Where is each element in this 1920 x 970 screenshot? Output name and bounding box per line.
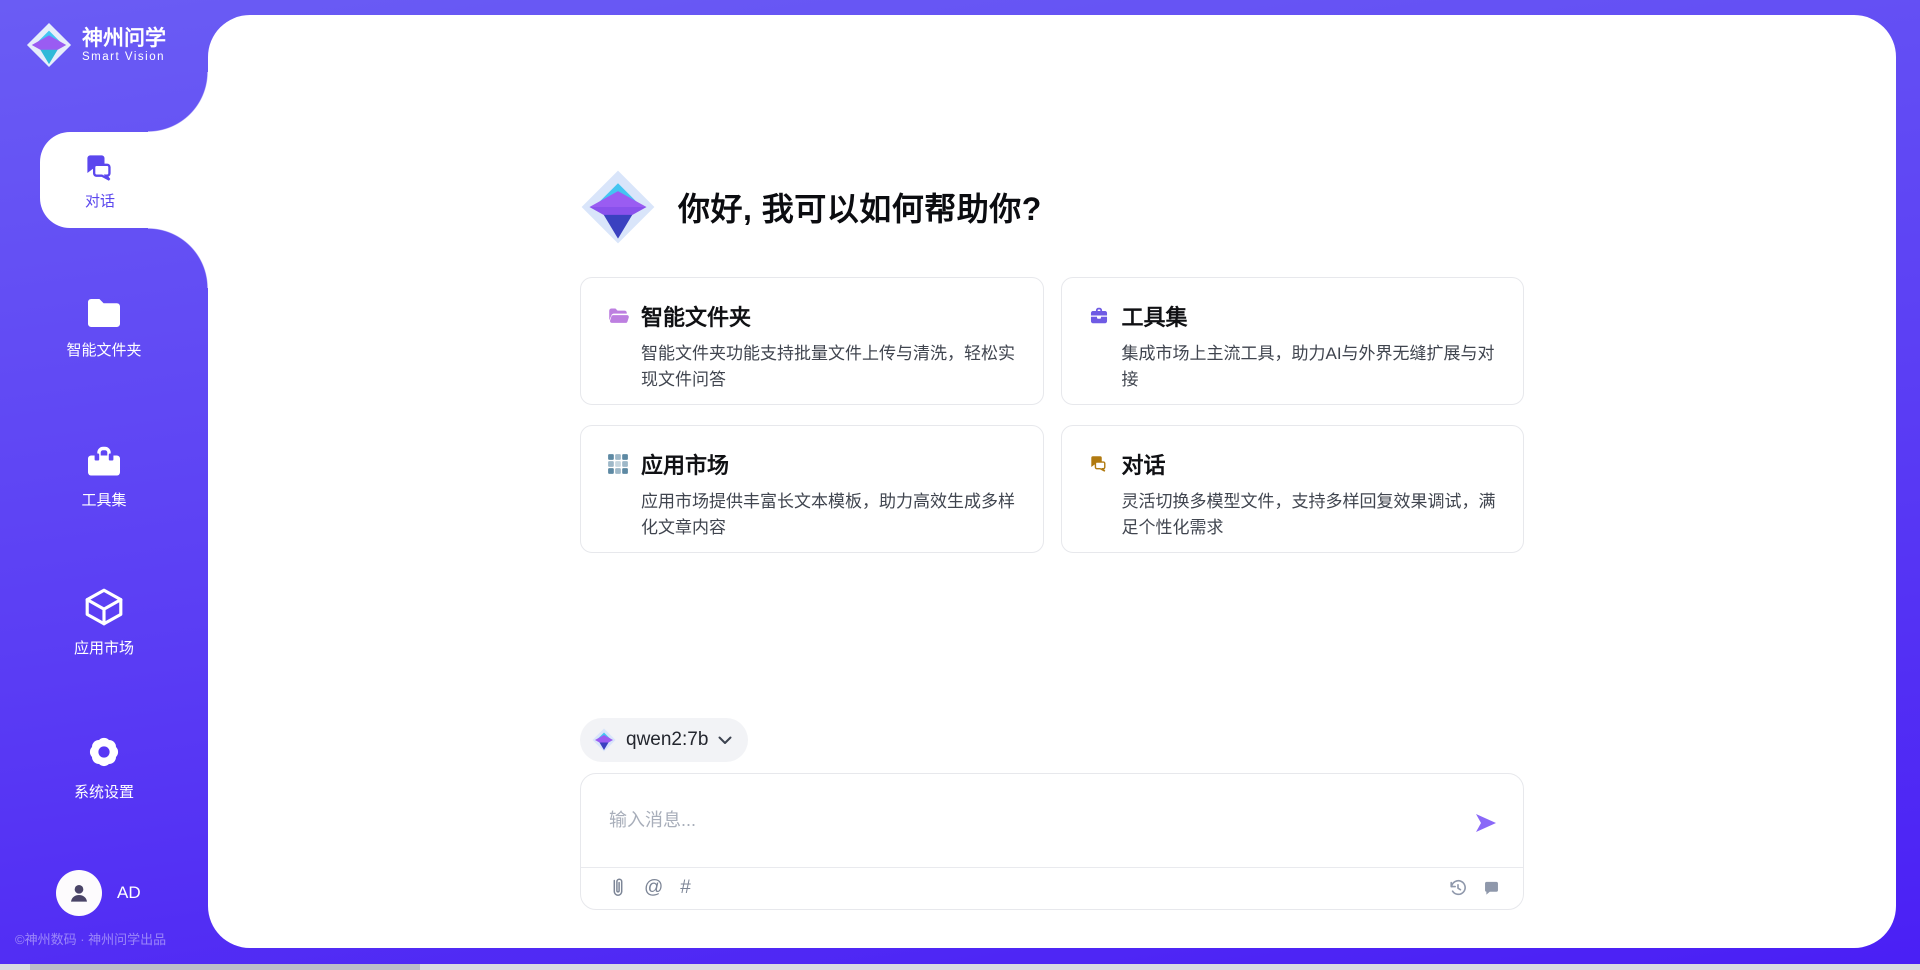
chat-icon: [1088, 453, 1110, 475]
cube-icon: [83, 586, 125, 628]
scrollbar-thumb[interactable]: [30, 964, 420, 970]
card-toolset[interactable]: 工具集 集成市场上主流工具，助力AI与外界无缝扩展与对接: [1061, 277, 1525, 405]
sidebar-item-smart-folder[interactable]: 智能文件夹: [0, 296, 208, 360]
paperclip-icon: [607, 877, 627, 899]
composer-right-icons: [1448, 878, 1501, 898]
history-icon: [1448, 878, 1468, 898]
brand-name: 神州问学: [82, 27, 166, 51]
mention-button[interactable]: @: [644, 877, 663, 899]
model-name: qwen2:7b: [626, 729, 708, 751]
card-chat[interactable]: 对话 灵活切换多模型文件，支持多样回复效果调试，满足个性化需求: [1061, 425, 1525, 553]
card-title: 应用市场: [641, 448, 729, 480]
app-window: 你好, 我可以如何帮助你? 智能文件夹 智能文件夹功能支持批量文件上传与清洗，轻…: [0, 0, 1920, 970]
comment-icon: [1482, 879, 1501, 898]
sidebar: 神州问学 Smart Vision 对话 智能文件夹: [0, 0, 208, 970]
card-title: 工具集: [1122, 300, 1188, 332]
user-initials: AD: [117, 883, 141, 903]
chat-bubbles-icon: [81, 150, 119, 186]
brand-diamond-icon: [580, 169, 656, 245]
folder-icon: [84, 296, 124, 330]
history-button[interactable]: [1448, 878, 1468, 898]
model-diamond-icon: [592, 728, 616, 752]
card-title: 对话: [1122, 448, 1166, 480]
gear-icon: [84, 732, 124, 772]
attach-file-button[interactable]: [607, 877, 627, 899]
card-app-market[interactable]: 应用市场 应用市场提供丰富长文本模板，助力高效生成多样化文章内容: [580, 425, 1044, 553]
card-smart-folder[interactable]: 智能文件夹 智能文件夹功能支持批量文件上传与清洗，轻松实现文件问答: [580, 277, 1044, 405]
toolbox-icon: [84, 442, 124, 480]
main-panel: 你好, 我可以如何帮助你? 智能文件夹 智能文件夹功能支持批量文件上传与清洗，轻…: [208, 15, 1896, 948]
card-description: 集成市场上主流工具，助力AI与外界无缝扩展与对接: [1122, 341, 1498, 392]
briefcase-icon: [1088, 305, 1110, 327]
feature-cards: 智能文件夹 智能文件夹功能支持批量文件上传与清洗，轻松实现文件问答 工具集: [580, 277, 1524, 553]
card-title: 智能文件夹: [641, 300, 751, 332]
brand-logo-icon: [26, 22, 72, 68]
folder-open-icon: [607, 305, 629, 327]
hero-greeting-row: 你好, 我可以如何帮助你?: [580, 170, 1524, 244]
grid-icon: [607, 453, 629, 475]
mention-icon: @: [644, 877, 663, 899]
hashtag-button[interactable]: #: [680, 877, 691, 899]
chevron-down-icon: [718, 736, 732, 745]
composer-toolbar: @ #: [581, 867, 1523, 909]
greeting-text: 你好, 我可以如何帮助你?: [678, 184, 1042, 230]
sidebar-item-label: 系统设置: [74, 781, 134, 802]
send-icon: [1473, 810, 1499, 836]
hashtag-icon: #: [680, 877, 691, 899]
sidebar-item-settings[interactable]: 系统设置: [0, 732, 208, 802]
copyright-text: ©神州数码 · 神州问学出品: [15, 929, 166, 948]
card-description: 智能文件夹功能支持批量文件上传与清洗，轻松实现文件问答: [641, 341, 1017, 392]
horizontal-scrollbar[interactable]: [0, 964, 1920, 970]
message-composer: @ #: [580, 773, 1524, 910]
sidebar-item-app-market[interactable]: 应用市场: [0, 586, 208, 658]
sidebar-item-toolset[interactable]: 工具集: [0, 442, 208, 510]
card-description: 灵活切换多模型文件，支持多样回复效果调试，满足个性化需求: [1122, 489, 1498, 540]
sidebar-item-label: 智能文件夹: [66, 339, 141, 360]
sidebar-item-chat-content[interactable]: 对话: [40, 132, 160, 228]
model-selector[interactable]: qwen2:7b: [580, 718, 748, 762]
comment-button[interactable]: [1482, 879, 1501, 898]
brand-subtitle: Smart Vision: [82, 51, 166, 63]
card-description: 应用市场提供丰富长文本模板，助力高效生成多样化文章内容: [641, 489, 1017, 540]
user-profile[interactable]: AD: [56, 870, 141, 916]
sidebar-item-label: 对话: [85, 190, 115, 211]
sidebar-item-label: 工具集: [81, 489, 126, 510]
send-button[interactable]: [1471, 808, 1501, 838]
brand: 神州问学 Smart Vision: [26, 22, 166, 68]
avatar: [56, 870, 102, 916]
content-column: 你好, 我可以如何帮助你? 智能文件夹 智能文件夹功能支持批量文件上传与清洗，轻…: [580, 15, 1524, 910]
sidebar-item-label: 应用市场: [74, 637, 134, 658]
